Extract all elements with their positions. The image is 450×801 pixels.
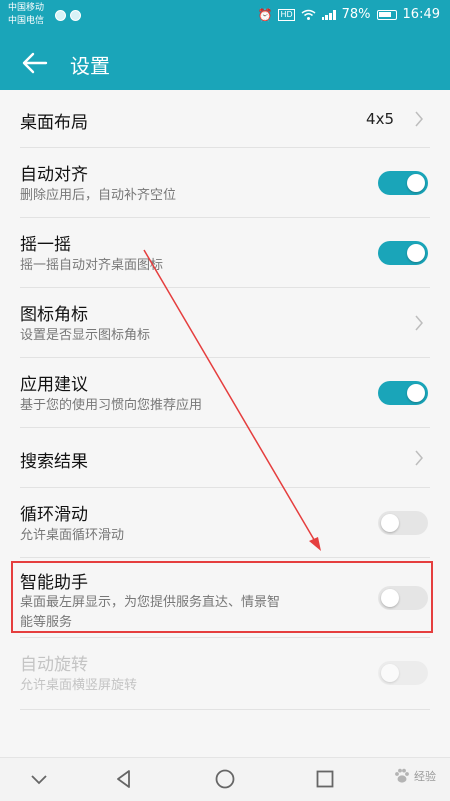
watermark: 经验	[393, 767, 436, 785]
watermark-text: 经验	[414, 770, 436, 783]
chevron-down-icon[interactable]	[28, 768, 50, 790]
nav-recent-icon[interactable]	[314, 768, 336, 790]
nav-home-icon[interactable]	[214, 768, 236, 790]
navigation-bar: 经验	[0, 757, 450, 801]
baidu-paw-logo-icon	[395, 768, 409, 783]
annotation-arrow	[143, 249, 321, 551]
nav-back-icon[interactable]	[113, 768, 135, 790]
